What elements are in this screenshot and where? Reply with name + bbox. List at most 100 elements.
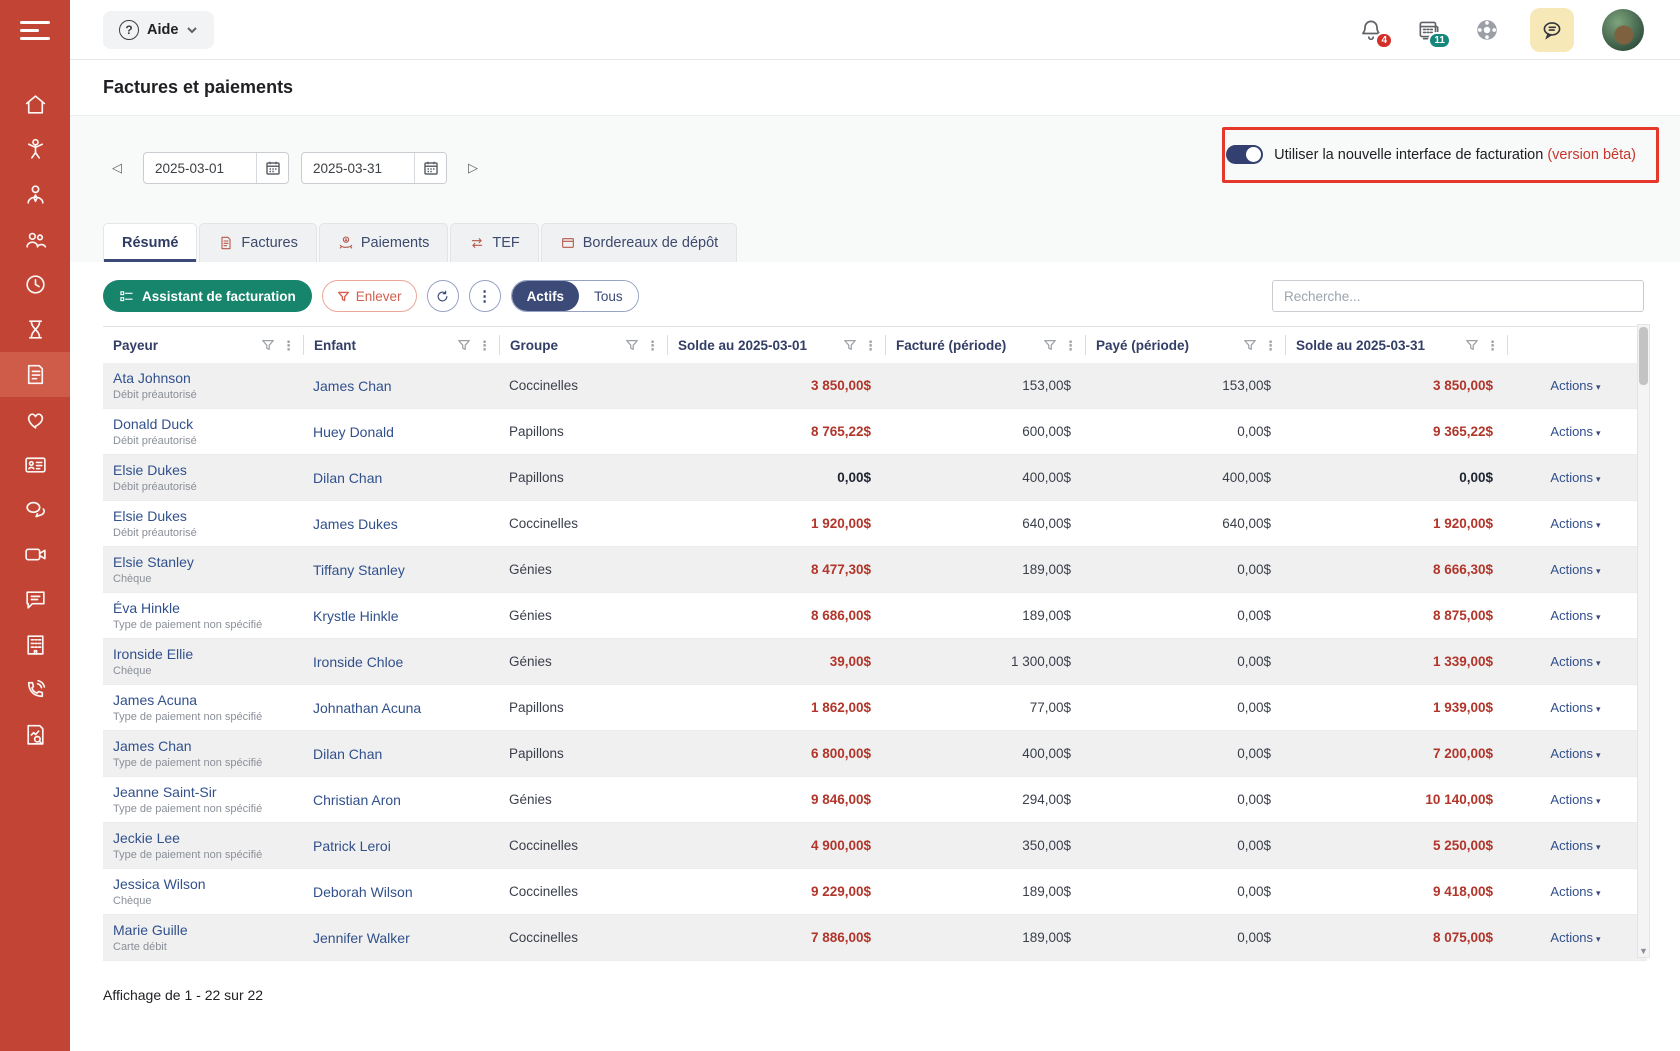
billing-assistant-button[interactable]: Assistant de facturation: [103, 280, 312, 312]
payer-link[interactable]: James Acuna: [113, 692, 293, 708]
table-vertical-scrollbar[interactable]: ▼: [1637, 324, 1650, 958]
table-row[interactable]: Ata Johnson Débit préautorisé James Chan…: [103, 363, 1647, 409]
table-row[interactable]: Jessica Wilson Chèque Deborah Wilson Coc…: [103, 869, 1647, 915]
messaging-button[interactable]: [1530, 8, 1574, 52]
segment-actifs[interactable]: Actifs: [512, 281, 580, 311]
next-period-button[interactable]: ▷: [459, 154, 487, 182]
sidebar-item-id-cards[interactable]: [0, 442, 70, 487]
actions-dropdown-button[interactable]: Actions▾: [1507, 884, 1644, 899]
child-link[interactable]: Ironside Chloe: [303, 654, 499, 670]
child-link[interactable]: Johnathan Acuna: [303, 700, 499, 716]
tab-bordereaux[interactable]: Bordereaux de dépôt: [541, 223, 737, 262]
child-link[interactable]: Jennifer Walker: [303, 930, 499, 946]
child-link[interactable]: Patrick Leroi: [303, 838, 499, 854]
actions-dropdown-button[interactable]: Actions▾: [1507, 654, 1644, 669]
table-row[interactable]: James Chan Type de paiement non spécifié…: [103, 731, 1647, 777]
payer-link[interactable]: Jessica Wilson: [113, 876, 293, 892]
child-link[interactable]: Krystle Hinkle: [303, 608, 499, 624]
payer-link[interactable]: Elsie Stanley: [113, 554, 293, 570]
payer-link[interactable]: James Chan: [113, 738, 293, 754]
actions-dropdown-button[interactable]: Actions▾: [1507, 470, 1644, 485]
tab-resume[interactable]: Résumé: [103, 223, 197, 262]
payer-link[interactable]: Elsie Dukes: [113, 508, 293, 524]
search-input[interactable]: [1272, 280, 1644, 312]
previous-period-button[interactable]: ◁: [103, 154, 131, 182]
actions-dropdown-button[interactable]: Actions▾: [1507, 700, 1644, 715]
payer-link[interactable]: Éva Hinkle: [113, 600, 293, 616]
table-row[interactable]: Elsie Dukes Débit préautorisé James Duke…: [103, 501, 1647, 547]
user-avatar[interactable]: [1602, 9, 1644, 51]
actions-dropdown-button[interactable]: Actions▾: [1507, 792, 1644, 807]
help-menu-button[interactable]: ? Aide: [103, 11, 214, 49]
child-link[interactable]: Deborah Wilson: [303, 884, 499, 900]
filter-icon[interactable]: [1243, 338, 1257, 352]
sidebar-item-families[interactable]: [0, 217, 70, 262]
filter-icon[interactable]: [1043, 338, 1057, 352]
actions-dropdown-button[interactable]: Actions▾: [1507, 378, 1644, 393]
sidebar-item-reports[interactable]: [0, 712, 70, 757]
remove-filter-button[interactable]: Enlever: [322, 280, 417, 312]
child-link[interactable]: Christian Aron: [303, 792, 499, 808]
table-row[interactable]: Jeanne Saint-Sir Type de paiement non sp…: [103, 777, 1647, 823]
support-button[interactable]: [1472, 15, 1502, 45]
column-menu-icon[interactable]: ⋮: [1064, 339, 1077, 352]
table-row[interactable]: James Acuna Type de paiement non spécifi…: [103, 685, 1647, 731]
table-row[interactable]: Éva Hinkle Type de paiement non spécifié…: [103, 593, 1647, 639]
more-options-button[interactable]: ⋮: [469, 280, 501, 312]
payer-link[interactable]: Donald Duck: [113, 416, 293, 432]
table-row[interactable]: Donald Duck Débit préautorisé Huey Donal…: [103, 409, 1647, 455]
child-link[interactable]: Dilan Chan: [303, 746, 499, 762]
sidebar-item-educators[interactable]: [0, 172, 70, 217]
column-menu-icon[interactable]: ⋮: [478, 339, 491, 352]
column-menu-icon[interactable]: ⋮: [646, 339, 659, 352]
notifications-button[interactable]: 4: [1356, 15, 1386, 45]
segment-tous[interactable]: Tous: [579, 281, 638, 311]
sidebar-item-video[interactable]: [0, 532, 70, 577]
payer-link[interactable]: Elsie Dukes: [113, 462, 293, 478]
column-menu-icon[interactable]: ⋮: [282, 339, 295, 352]
payer-link[interactable]: Jeckie Lee: [113, 830, 293, 846]
refresh-button[interactable]: [427, 280, 459, 312]
start-date-input[interactable]: 2025-03-01: [144, 153, 256, 183]
sidebar-item-calls[interactable]: [0, 667, 70, 712]
child-link[interactable]: James Dukes: [303, 516, 499, 532]
beta-interface-toggle[interactable]: [1226, 145, 1263, 164]
table-row[interactable]: Ironside Ellie Chèque Ironside Chloe Gén…: [103, 639, 1647, 685]
column-menu-icon[interactable]: ⋮: [1486, 339, 1499, 352]
column-menu-icon[interactable]: ⋮: [1264, 339, 1277, 352]
sidebar-item-messages[interactable]: [0, 487, 70, 532]
table-row[interactable]: Marie Guille Carte débit Jennifer Walker…: [103, 915, 1647, 961]
sidebar-item-organization[interactable]: [0, 622, 70, 667]
start-date-calendar-button[interactable]: [256, 153, 288, 183]
sidebar-item-billing[interactable]: [0, 352, 70, 397]
sidebar-item-notes[interactable]: [0, 577, 70, 622]
child-link[interactable]: Dilan Chan: [303, 470, 499, 486]
end-date-calendar-button[interactable]: [414, 153, 446, 183]
column-menu-icon[interactable]: ⋮: [864, 339, 877, 352]
actions-dropdown-button[interactable]: Actions▾: [1507, 746, 1644, 761]
end-date-input[interactable]: 2025-03-31: [302, 153, 414, 183]
actions-dropdown-button[interactable]: Actions▾: [1507, 608, 1644, 623]
actions-dropdown-button[interactable]: Actions▾: [1507, 516, 1644, 531]
sidebar-item-home[interactable]: [0, 82, 70, 127]
sidebar-item-children[interactable]: [0, 127, 70, 172]
actions-dropdown-button[interactable]: Actions▾: [1507, 838, 1644, 853]
actions-dropdown-button[interactable]: Actions▾: [1507, 930, 1644, 945]
scrollbar-down-arrow[interactable]: ▼: [1638, 946, 1649, 956]
payer-link[interactable]: Ironside Ellie: [113, 646, 293, 662]
table-row[interactable]: Jeckie Lee Type de paiement non spécifié…: [103, 823, 1647, 869]
actions-dropdown-button[interactable]: Actions▾: [1507, 424, 1644, 439]
payer-link[interactable]: Ata Johnson: [113, 370, 293, 386]
filter-icon[interactable]: [457, 338, 471, 352]
tab-paiements[interactable]: Paiements: [319, 223, 449, 262]
filter-icon[interactable]: [1465, 338, 1479, 352]
billing-queue-button[interactable]: 11: [1414, 15, 1444, 45]
tab-factures[interactable]: Factures: [199, 223, 316, 262]
filter-icon[interactable]: [843, 338, 857, 352]
table-row[interactable]: Elsie Dukes Débit préautorisé Dilan Chan…: [103, 455, 1647, 501]
child-link[interactable]: James Chan: [303, 378, 499, 394]
filter-icon[interactable]: [261, 338, 275, 352]
payer-link[interactable]: Marie Guille: [113, 922, 293, 938]
tab-tef[interactable]: TEF: [450, 223, 538, 262]
table-row[interactable]: Elsie Stanley Chèque Tiffany Stanley Gén…: [103, 547, 1647, 593]
